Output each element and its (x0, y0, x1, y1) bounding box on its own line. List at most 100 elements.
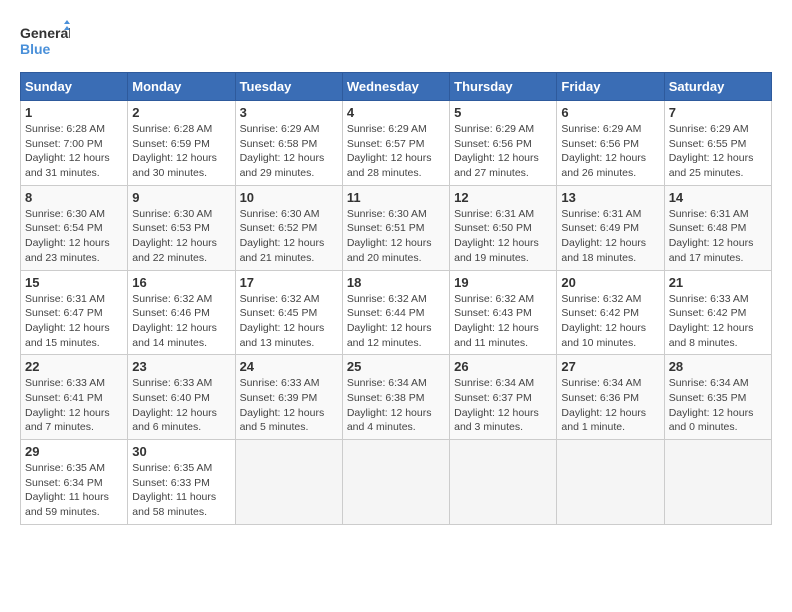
day-number: 2 (132, 105, 230, 120)
day-number: 6 (561, 105, 659, 120)
calendar-cell: 2 Sunrise: 6:28 AMSunset: 6:59 PMDayligh… (128, 101, 235, 186)
day-info: Sunrise: 6:33 AMSunset: 6:39 PMDaylight:… (240, 376, 338, 435)
day-info: Sunrise: 6:30 AMSunset: 6:51 PMDaylight:… (347, 207, 445, 266)
day-info: Sunrise: 6:31 AMSunset: 6:50 PMDaylight:… (454, 207, 552, 266)
day-info: Sunrise: 6:29 AMSunset: 6:57 PMDaylight:… (347, 122, 445, 181)
day-info: Sunrise: 6:34 AMSunset: 6:37 PMDaylight:… (454, 376, 552, 435)
calendar-cell: 14 Sunrise: 6:31 AMSunset: 6:48 PMDaylig… (664, 185, 771, 270)
day-info: Sunrise: 6:29 AMSunset: 6:55 PMDaylight:… (669, 122, 767, 181)
calendar-cell: 19 Sunrise: 6:32 AMSunset: 6:43 PMDaylig… (450, 270, 557, 355)
weekday-tuesday: Tuesday (235, 73, 342, 101)
calendar-cell: 23 Sunrise: 6:33 AMSunset: 6:40 PMDaylig… (128, 355, 235, 440)
calendar-cell (557, 440, 664, 525)
day-number: 13 (561, 190, 659, 205)
day-info: Sunrise: 6:32 AMSunset: 6:46 PMDaylight:… (132, 292, 230, 351)
calendar-cell: 6 Sunrise: 6:29 AMSunset: 6:56 PMDayligh… (557, 101, 664, 186)
day-number: 12 (454, 190, 552, 205)
day-info: Sunrise: 6:32 AMSunset: 6:42 PMDaylight:… (561, 292, 659, 351)
day-info: Sunrise: 6:32 AMSunset: 6:44 PMDaylight:… (347, 292, 445, 351)
day-number: 26 (454, 359, 552, 374)
day-number: 28 (669, 359, 767, 374)
calendar-cell: 30 Sunrise: 6:35 AMSunset: 6:33 PMDaylig… (128, 440, 235, 525)
calendar-cell: 22 Sunrise: 6:33 AMSunset: 6:41 PMDaylig… (21, 355, 128, 440)
day-info: Sunrise: 6:34 AMSunset: 6:38 PMDaylight:… (347, 376, 445, 435)
calendar-cell: 18 Sunrise: 6:32 AMSunset: 6:44 PMDaylig… (342, 270, 449, 355)
day-info: Sunrise: 6:33 AMSunset: 6:42 PMDaylight:… (669, 292, 767, 351)
weekday-wednesday: Wednesday (342, 73, 449, 101)
day-number: 21 (669, 275, 767, 290)
day-number: 11 (347, 190, 445, 205)
svg-text:General: General (20, 25, 70, 41)
day-number: 16 (132, 275, 230, 290)
calendar-body: 1 Sunrise: 6:28 AMSunset: 7:00 PMDayligh… (21, 101, 772, 525)
calendar-cell (235, 440, 342, 525)
calendar-cell: 12 Sunrise: 6:31 AMSunset: 6:50 PMDaylig… (450, 185, 557, 270)
logo: General Blue (20, 20, 70, 62)
calendar-cell: 1 Sunrise: 6:28 AMSunset: 7:00 PMDayligh… (21, 101, 128, 186)
calendar-cell: 13 Sunrise: 6:31 AMSunset: 6:49 PMDaylig… (557, 185, 664, 270)
day-number: 1 (25, 105, 123, 120)
logo-svg: General Blue (20, 20, 70, 62)
day-info: Sunrise: 6:32 AMSunset: 6:45 PMDaylight:… (240, 292, 338, 351)
calendar-cell: 16 Sunrise: 6:32 AMSunset: 6:46 PMDaylig… (128, 270, 235, 355)
day-number: 10 (240, 190, 338, 205)
day-info: Sunrise: 6:33 AMSunset: 6:40 PMDaylight:… (132, 376, 230, 435)
calendar-cell (450, 440, 557, 525)
day-number: 18 (347, 275, 445, 290)
calendar-cell: 7 Sunrise: 6:29 AMSunset: 6:55 PMDayligh… (664, 101, 771, 186)
day-number: 7 (669, 105, 767, 120)
calendar-cell: 8 Sunrise: 6:30 AMSunset: 6:54 PMDayligh… (21, 185, 128, 270)
calendar-cell: 5 Sunrise: 6:29 AMSunset: 6:56 PMDayligh… (450, 101, 557, 186)
calendar-week-3: 15 Sunrise: 6:31 AMSunset: 6:47 PMDaylig… (21, 270, 772, 355)
day-number: 4 (347, 105, 445, 120)
weekday-thursday: Thursday (450, 73, 557, 101)
day-info: Sunrise: 6:32 AMSunset: 6:43 PMDaylight:… (454, 292, 552, 351)
day-info: Sunrise: 6:30 AMSunset: 6:52 PMDaylight:… (240, 207, 338, 266)
calendar-week-2: 8 Sunrise: 6:30 AMSunset: 6:54 PMDayligh… (21, 185, 772, 270)
page-header: General Blue (20, 20, 772, 62)
day-number: 15 (25, 275, 123, 290)
svg-text:Blue: Blue (20, 41, 51, 57)
calendar-cell: 4 Sunrise: 6:29 AMSunset: 6:57 PMDayligh… (342, 101, 449, 186)
day-info: Sunrise: 6:34 AMSunset: 6:35 PMDaylight:… (669, 376, 767, 435)
day-info: Sunrise: 6:30 AMSunset: 6:53 PMDaylight:… (132, 207, 230, 266)
calendar-cell: 24 Sunrise: 6:33 AMSunset: 6:39 PMDaylig… (235, 355, 342, 440)
calendar-cell: 3 Sunrise: 6:29 AMSunset: 6:58 PMDayligh… (235, 101, 342, 186)
day-number: 24 (240, 359, 338, 374)
day-info: Sunrise: 6:33 AMSunset: 6:41 PMDaylight:… (25, 376, 123, 435)
calendar-cell: 15 Sunrise: 6:31 AMSunset: 6:47 PMDaylig… (21, 270, 128, 355)
calendar-cell (342, 440, 449, 525)
weekday-saturday: Saturday (664, 73, 771, 101)
calendar-cell: 17 Sunrise: 6:32 AMSunset: 6:45 PMDaylig… (235, 270, 342, 355)
day-number: 19 (454, 275, 552, 290)
calendar-cell (664, 440, 771, 525)
calendar-week-5: 29 Sunrise: 6:35 AMSunset: 6:34 PMDaylig… (21, 440, 772, 525)
day-info: Sunrise: 6:29 AMSunset: 6:58 PMDaylight:… (240, 122, 338, 181)
calendar-week-4: 22 Sunrise: 6:33 AMSunset: 6:41 PMDaylig… (21, 355, 772, 440)
day-number: 5 (454, 105, 552, 120)
day-info: Sunrise: 6:31 AMSunset: 6:49 PMDaylight:… (561, 207, 659, 266)
day-number: 9 (132, 190, 230, 205)
calendar-week-1: 1 Sunrise: 6:28 AMSunset: 7:00 PMDayligh… (21, 101, 772, 186)
day-info: Sunrise: 6:29 AMSunset: 6:56 PMDaylight:… (561, 122, 659, 181)
day-info: Sunrise: 6:30 AMSunset: 6:54 PMDaylight:… (25, 207, 123, 266)
calendar-cell: 29 Sunrise: 6:35 AMSunset: 6:34 PMDaylig… (21, 440, 128, 525)
calendar-cell: 28 Sunrise: 6:34 AMSunset: 6:35 PMDaylig… (664, 355, 771, 440)
day-number: 8 (25, 190, 123, 205)
day-info: Sunrise: 6:31 AMSunset: 6:47 PMDaylight:… (25, 292, 123, 351)
weekday-sunday: Sunday (21, 73, 128, 101)
day-info: Sunrise: 6:35 AMSunset: 6:34 PMDaylight:… (25, 461, 123, 520)
calendar-cell: 20 Sunrise: 6:32 AMSunset: 6:42 PMDaylig… (557, 270, 664, 355)
weekday-monday: Monday (128, 73, 235, 101)
day-number: 20 (561, 275, 659, 290)
day-number: 29 (25, 444, 123, 459)
day-number: 25 (347, 359, 445, 374)
day-info: Sunrise: 6:34 AMSunset: 6:36 PMDaylight:… (561, 376, 659, 435)
day-info: Sunrise: 6:35 AMSunset: 6:33 PMDaylight:… (132, 461, 230, 520)
day-number: 27 (561, 359, 659, 374)
day-number: 17 (240, 275, 338, 290)
calendar-cell: 26 Sunrise: 6:34 AMSunset: 6:37 PMDaylig… (450, 355, 557, 440)
calendar-cell: 10 Sunrise: 6:30 AMSunset: 6:52 PMDaylig… (235, 185, 342, 270)
weekday-friday: Friday (557, 73, 664, 101)
calendar-cell: 9 Sunrise: 6:30 AMSunset: 6:53 PMDayligh… (128, 185, 235, 270)
